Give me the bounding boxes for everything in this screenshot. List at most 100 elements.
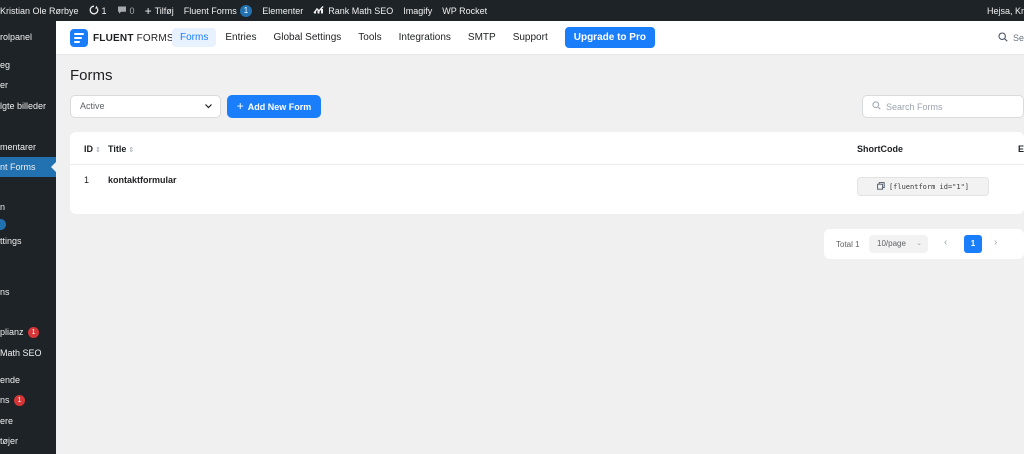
- nav-global-settings[interactable]: Global Settings: [265, 28, 349, 47]
- copy-icon: [877, 181, 885, 192]
- updates-link[interactable]: 1: [89, 5, 107, 17]
- column-header-entries: E: [1018, 144, 1024, 154]
- rank-math-icon: [313, 5, 325, 16]
- sidebar-item-complianz[interactable]: plianz 1: [0, 327, 40, 339]
- column-header-shortcode: ShortCode: [857, 144, 903, 154]
- elementor-link[interactable]: Elementer: [262, 6, 303, 16]
- chevron-down-icon: [204, 96, 213, 125]
- wp-admin-bar: Kristian Ole Rørbye 1 0 + Tilføj Fluent …: [0, 0, 1024, 21]
- global-search-label: Se: [1012, 33, 1024, 43]
- admin-sidebar: rolpanel eg er lgte billeder mentarer nt…: [0, 21, 56, 454]
- search-icon: [998, 32, 1008, 44]
- comments-count: 0: [129, 5, 135, 16]
- sidebar-item-comments[interactable]: mentarer: [0, 142, 36, 152]
- sidebar-item-label: rolpanel: [0, 32, 33, 42]
- sidebar-item-label: ns: [0, 287, 10, 297]
- nav-forms[interactable]: Forms: [172, 28, 217, 47]
- column-header-id[interactable]: ID ⇕: [84, 144, 101, 154]
- pagination: Total 1 10/page ⌄ ‹ 1 ›: [824, 229, 1024, 259]
- cell-id: 1: [84, 175, 90, 185]
- forms-table: ID ⇕ Title ⇕ ShortCode E 1 kontaktformular…: [70, 132, 1024, 214]
- sidebar-item-label: tøjer: [0, 436, 18, 446]
- chevron-down-icon: ⌄: [916, 240, 922, 247]
- fluent-forms-logo[interactable]: FLUENT FORMS: [70, 29, 174, 47]
- comments-link[interactable]: 0: [117, 5, 135, 17]
- fluent-forms-logo-icon: [70, 29, 88, 47]
- rank-math-label: Rank Math SEO: [328, 5, 394, 16]
- greeting: Hejsa, Kr: [986, 5, 1024, 16]
- updates-icon: [89, 5, 99, 17]
- sidebar-item-label: Math SEO: [0, 348, 42, 358]
- status-filter-value: Active: [80, 101, 105, 111]
- search-forms-input[interactable]: Search Forms: [862, 95, 1024, 118]
- update-dot: [0, 219, 6, 230]
- sidebar-item-label: ttings: [0, 236, 22, 246]
- sidebar-item-label: n: [0, 202, 6, 212]
- fluent-forms-header: FLUENT FORMS Forms Entries Global Settin…: [56, 21, 1024, 55]
- sidebar-item-label: mentarer: [0, 142, 37, 152]
- sidebar-item-label: nt Forms: [0, 162, 36, 172]
- sidebar-item-label: lgte billeder: [0, 101, 47, 111]
- new-content-link[interactable]: + Tilføj: [144, 3, 174, 18]
- fluent-forms-link[interactable]: Fluent Forms 1: [183, 4, 253, 17]
- plus-icon: +: [144, 3, 152, 18]
- sidebar-item-featured-images[interactable]: lgte billeder: [0, 101, 46, 111]
- sidebar-item-tools[interactable]: tøjer: [0, 436, 18, 446]
- sidebar-item-users[interactable]: ere: [0, 416, 13, 426]
- global-search[interactable]: Se: [998, 32, 1024, 44]
- column-header-title[interactable]: Title ⇕: [108, 144, 134, 154]
- sidebar-item-plugins[interactable]: ns: [0, 287, 10, 297]
- shortcode-text: [fluentform id="1"]: [888, 182, 970, 191]
- page-size-select[interactable]: 10/page ⌄: [869, 235, 928, 253]
- wp-rocket-link[interactable]: WP Rocket: [442, 6, 487, 16]
- add-new-form-button[interactable]: + Add New Form: [227, 95, 321, 118]
- elementor-label: Elementer: [262, 5, 304, 16]
- my-account-link[interactable]: Hejsa, Kr: [987, 0, 1024, 21]
- page-size-value: 10/page: [877, 239, 906, 248]
- copy-shortcode-button[interactable]: [fluentform id="1"]: [857, 177, 989, 196]
- page-number-button[interactable]: 1: [964, 235, 982, 253]
- fluent-forms-badge: 1: [239, 4, 253, 17]
- table-divider: [70, 164, 1024, 165]
- rank-math-link[interactable]: Rank Math SEO: [313, 5, 393, 16]
- nav-support[interactable]: Support: [505, 28, 556, 47]
- sidebar-item-media[interactable]: er: [0, 80, 8, 90]
- chevron-right-icon[interactable]: ›: [994, 237, 997, 248]
- fluent-forms-label: Fluent Forms: [183, 5, 237, 16]
- form-title-link[interactable]: kontaktformular: [108, 175, 177, 185]
- imagify-link[interactable]: Imagify: [403, 6, 432, 16]
- nav-entries[interactable]: Entries: [217, 28, 264, 47]
- site-name: Kristian Ole Rørbye: [0, 5, 79, 16]
- search-icon: [872, 101, 881, 112]
- upgrade-to-pro-button[interactable]: Upgrade to Pro: [564, 27, 655, 48]
- nav-tools[interactable]: Tools: [350, 28, 389, 47]
- sidebar-item-label: ere: [0, 416, 14, 426]
- sidebar-item-fluent-forms[interactable]: nt Forms: [0, 157, 56, 177]
- sidebar-item-label: eg: [0, 60, 11, 70]
- page-title: Forms: [70, 67, 113, 84]
- search-forms-placeholder: Search Forms: [886, 101, 943, 112]
- sidebar-item-rank-math[interactable]: Math SEO: [0, 348, 42, 358]
- sidebar-item-plugins-2[interactable]: ns 1: [0, 395, 26, 407]
- status-filter-select[interactable]: Active: [70, 95, 221, 118]
- sidebar-item-label: plianz: [0, 327, 24, 337]
- sidebar-item-appearance-2[interactable]: ende: [0, 375, 20, 385]
- sidebar-item-settings[interactable]: ttings: [0, 236, 22, 246]
- updates-count: 1: [101, 5, 107, 16]
- chevron-left-icon[interactable]: ‹: [944, 237, 947, 248]
- plus-icon: +: [236, 99, 244, 113]
- sidebar-item-label: ns: [0, 395, 10, 405]
- site-name-link[interactable]: Kristian Ole Rørbye: [0, 6, 79, 16]
- comments-icon: [117, 5, 127, 17]
- sidebar-item-dashboard[interactable]: rolpanel: [0, 32, 32, 42]
- sidebar-item-posts[interactable]: eg: [0, 60, 10, 70]
- add-new-form-label: Add New Form: [247, 101, 312, 112]
- sort-icon: ⇕: [128, 147, 135, 154]
- nav-integrations[interactable]: Integrations: [391, 28, 459, 47]
- sidebar-item-label: er: [0, 80, 9, 90]
- active-indicator: [51, 162, 56, 172]
- imagify-label: Imagify: [403, 5, 433, 16]
- sidebar-item-appearance[interactable]: n: [0, 202, 5, 212]
- fluent-forms-nav: Forms Entries Global Settings Tools Inte…: [172, 27, 655, 48]
- nav-smtp[interactable]: SMTP: [460, 28, 504, 47]
